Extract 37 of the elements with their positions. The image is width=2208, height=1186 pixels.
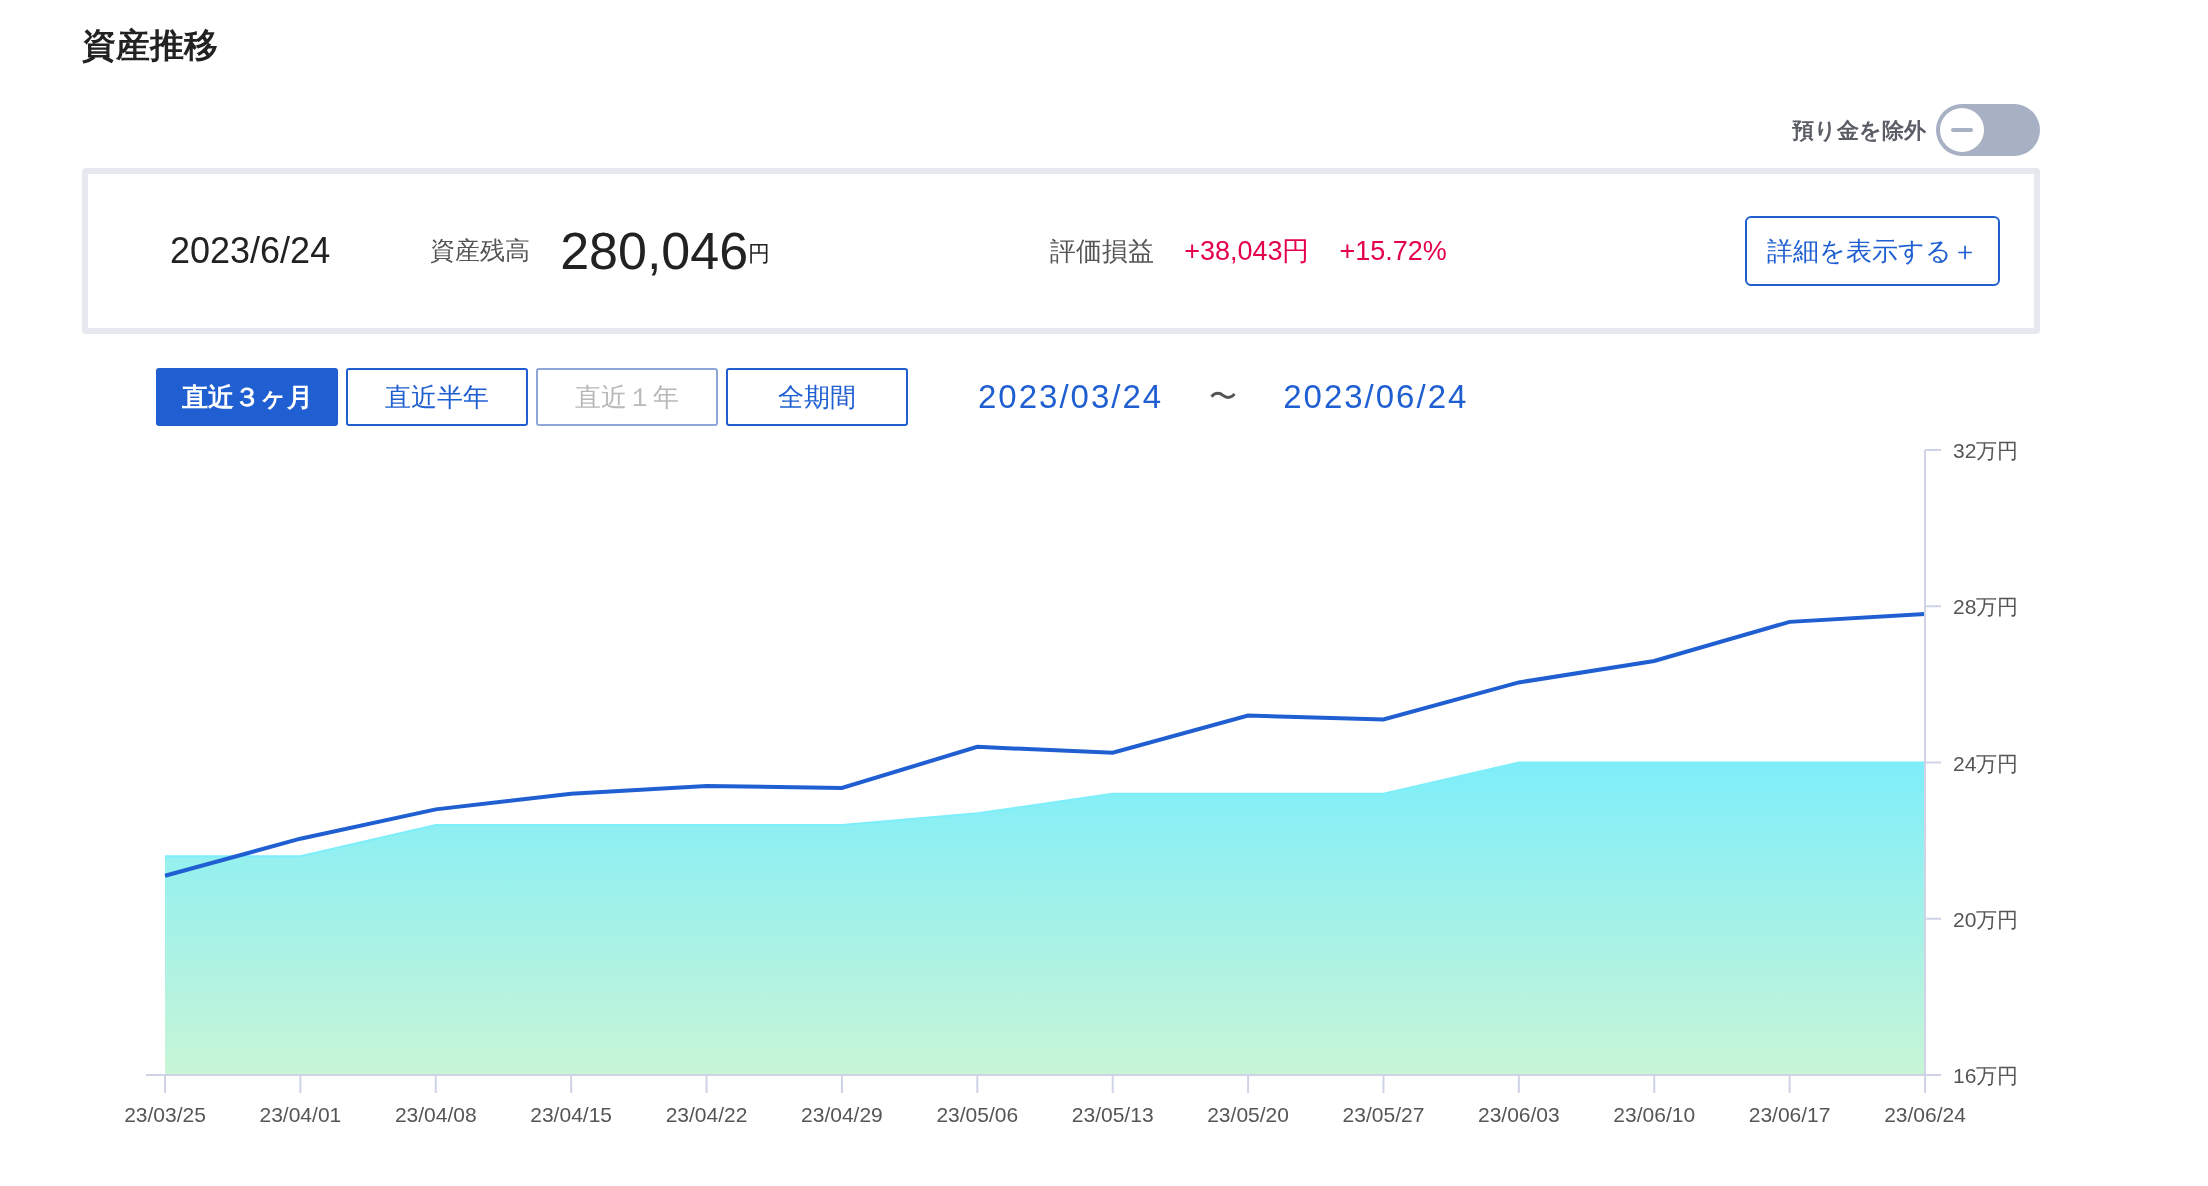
x-tick-label: 23/04/22 <box>665 1103 748 1126</box>
x-tick-label: 23/05/20 <box>1207 1103 1289 1126</box>
y-tick-label: 28万円 <box>1953 595 2019 619</box>
x-tick-label: 23/06/10 <box>1613 1103 1696 1126</box>
balance-label: 資産残高 <box>430 235 531 267</box>
y-tick-label: 32万円 <box>1953 439 2019 462</box>
balance-value: 280,046 <box>560 225 749 277</box>
pl-label: 評価損益 <box>1050 234 1155 268</box>
detail-button[interactable]: 詳細を表示する＋ <box>1745 216 2000 286</box>
summary-date: 2023/6/24 <box>170 229 331 273</box>
minus-icon <box>1951 128 1973 132</box>
x-tick-label: 23/04/15 <box>530 1103 613 1126</box>
x-tick-label: 23/06/03 <box>1477 1103 1560 1126</box>
toggle-switch[interactable] <box>1936 104 2040 156</box>
pl-percent: +15.72% <box>1339 234 1447 268</box>
x-tick-label: 23/05/13 <box>1071 1103 1154 1126</box>
range-end: 2023/06/24 <box>1283 377 1469 418</box>
pl-amount: +38,043円 <box>1184 234 1310 268</box>
x-tick-label: 23/06/17 <box>1748 1103 1831 1126</box>
y-tick-label: 16万円 <box>1953 1064 2019 1087</box>
x-tick-label: 23/04/29 <box>801 1103 883 1126</box>
period-tab[interactable]: 直近半年 <box>346 368 528 426</box>
period-tab[interactable]: 全期間 <box>726 368 908 426</box>
y-tick-label: 20万円 <box>1953 907 2019 931</box>
x-tick-label: 23/06/24 <box>1884 1103 1966 1126</box>
balance-unit: 円 <box>748 240 771 268</box>
page-title: 資産推移 <box>82 25 219 66</box>
x-tick-label: 23/04/08 <box>394 1103 477 1126</box>
x-tick-label: 23/04/01 <box>259 1103 342 1126</box>
x-tick-label: 23/03/25 <box>124 1103 206 1126</box>
y-tick-label: 24万円 <box>1953 751 2019 775</box>
range-separator: 〜 <box>1209 380 1238 414</box>
x-tick-label: 23/05/06 <box>936 1103 1019 1126</box>
period-tab[interactable]: 直近３ヶ月 <box>156 368 338 426</box>
x-tick-label: 23/05/27 <box>1342 1103 1425 1126</box>
range-start: 2023/03/24 <box>978 377 1164 418</box>
toggle-label: 預り金を除外 <box>1792 116 1926 145</box>
